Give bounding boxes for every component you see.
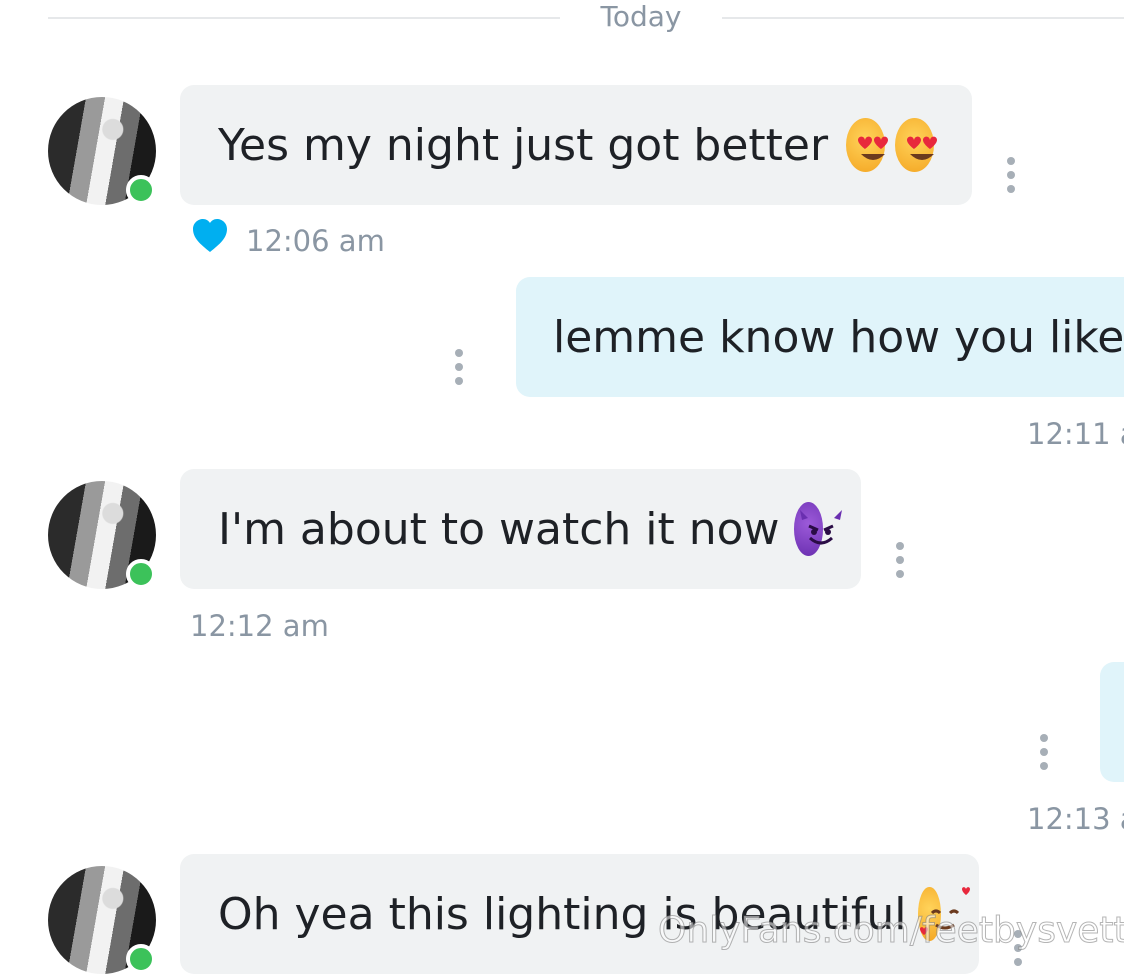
message-text: I'm about to watch it now [218,503,780,555]
message-text: Yes my night just got better [218,119,829,171]
message-timestamp: 12:11 a [1027,417,1124,451]
avatar[interactable] [48,481,156,589]
message-timestamp: 12:12 am [190,609,329,643]
smiling-devil-emoji-icon [793,502,842,556]
message-bubble-outgoing[interactable]: lemme know how you like i [516,277,1124,397]
message-bubble-incoming[interactable]: Yes my night just got better [180,85,972,205]
online-status-dot [126,944,156,974]
watermark: OnlyFans.com/feetbysvett [658,910,1124,952]
message-timestamp: 12:13 a [1027,802,1124,836]
avatar[interactable] [48,97,156,205]
heart-eyes-emoji-icon [895,118,938,172]
message-bubble-incoming[interactable]: I'm about to watch it now [180,469,861,589]
online-status-dot [126,175,156,205]
divider-line-right [722,17,1124,19]
date-divider: Today [600,0,682,33]
heart-eyes-emoji-icon [846,118,889,172]
online-status-dot [126,559,156,589]
message-options-icon[interactable] [895,542,905,578]
message-timestamp: 12:06 am [246,224,385,258]
message-bubble-outgoing[interactable] [1100,662,1124,782]
message-options-icon[interactable] [454,349,464,385]
avatar[interactable] [48,866,156,974]
message-options-icon[interactable] [1006,157,1016,193]
liked-heart-icon[interactable] [192,219,228,253]
message-options-icon[interactable] [1039,734,1049,770]
divider-line-left [48,17,560,19]
message-text: lemme know how you like i [553,311,1124,363]
